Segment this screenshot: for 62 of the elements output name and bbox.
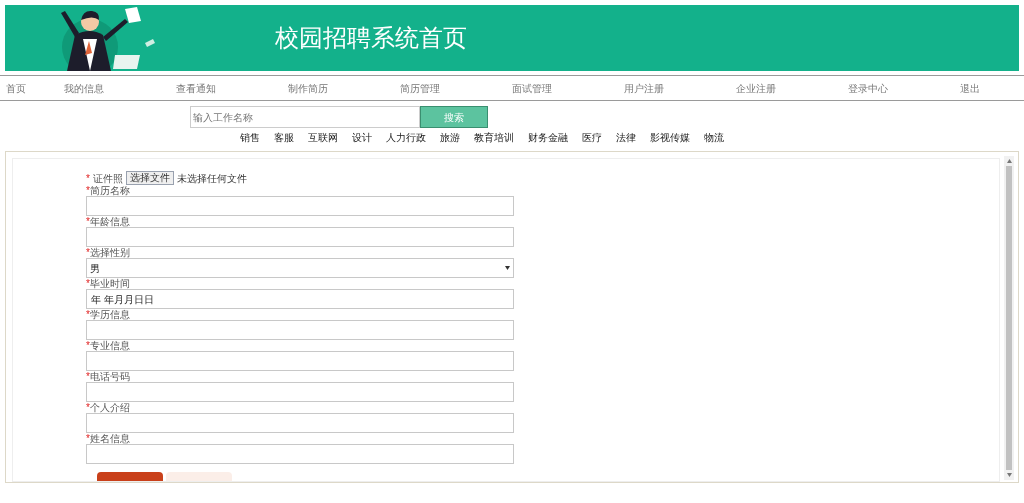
scroll-down-icon[interactable] <box>1006 473 1012 477</box>
required-mark: * <box>86 216 90 227</box>
form-button[interactable] <box>97 472 163 481</box>
text-field[interactable] <box>86 320 514 340</box>
field-label: 选择性别 <box>89 247 130 258</box>
field-label: 证件照 <box>92 171 123 186</box>
scrollbar-thumb[interactable] <box>1006 166 1012 470</box>
text-field[interactable] <box>86 413 514 433</box>
search-field[interactable]: 输入工作名称 <box>190 106 420 128</box>
category-link[interactable]: 物流 <box>704 132 724 144</box>
nav-link[interactable]: 简历管理 <box>400 80 512 96</box>
form-button[interactable] <box>166 472 232 481</box>
category-link[interactable]: 客服 <box>274 132 294 144</box>
category-link[interactable]: 旅游 <box>440 132 460 144</box>
required-mark: * <box>86 433 90 444</box>
nav-link[interactable]: 登录中心 <box>848 80 960 96</box>
category-link[interactable]: 销售 <box>240 132 260 144</box>
category-link[interactable]: 设计 <box>352 132 372 144</box>
required-mark: * <box>86 371 90 382</box>
nav-link[interactable]: 退出 <box>960 80 1024 96</box>
field-label: 毕业时间 <box>89 278 130 289</box>
gender-select[interactable]: 男 <box>86 258 514 278</box>
text-field[interactable] <box>86 227 514 247</box>
category-link[interactable]: 互联网 <box>308 132 338 144</box>
text-field[interactable] <box>86 382 514 402</box>
dropdown-arrow-icon <box>505 266 510 270</box>
category-link[interactable]: 财务金融 <box>528 132 568 144</box>
scrollbar[interactable] <box>1004 156 1014 480</box>
date-field[interactable]: 年 年月月日日 <box>86 289 514 309</box>
required-mark: * <box>86 340 90 351</box>
nav-link[interactable]: 首页 <box>6 80 64 96</box>
field-label: 姓名信息 <box>89 433 130 444</box>
text-field[interactable] <box>86 351 514 371</box>
category-link[interactable]: 人力行政 <box>386 132 426 144</box>
nav-link[interactable]: 用户注册 <box>624 80 736 96</box>
page-title: 校园招聘系统首页 <box>275 26 467 50</box>
required-mark: * <box>86 171 90 186</box>
text-field[interactable] <box>86 444 514 464</box>
nav-link[interactable]: 查看通知 <box>176 80 288 96</box>
field-label: 电话号码 <box>89 371 130 382</box>
nav-link[interactable]: 企业注册 <box>736 80 848 96</box>
field-label: 专业信息 <box>89 340 130 351</box>
file-status: 未选择任何文件 <box>176 171 247 186</box>
field-label: 年龄信息 <box>89 216 130 227</box>
nav-link[interactable]: 面试管理 <box>512 80 624 96</box>
category-link[interactable]: 影视传媒 <box>650 132 690 144</box>
choose-file-button[interactable]: 选择文件 <box>125 171 174 185</box>
nav-link[interactable]: 制作简历 <box>288 80 400 96</box>
required-mark: * <box>86 185 90 196</box>
required-mark: * <box>86 278 90 289</box>
category-link[interactable]: 法律 <box>616 132 636 144</box>
nav-link[interactable]: 我的信息 <box>64 80 176 96</box>
scroll-up-icon[interactable] <box>1006 159 1012 163</box>
field-label: 个人介绍 <box>89 402 130 413</box>
required-mark: * <box>86 402 90 413</box>
field-label: 学历信息 <box>89 309 130 320</box>
category-link[interactable]: 医疗 <box>582 132 602 144</box>
field-label: 简历名称 <box>89 185 130 196</box>
text-field[interactable] <box>86 196 514 216</box>
category-link[interactable]: 教育培训 <box>474 132 514 144</box>
required-mark: * <box>86 247 90 258</box>
required-mark: * <box>86 309 90 320</box>
